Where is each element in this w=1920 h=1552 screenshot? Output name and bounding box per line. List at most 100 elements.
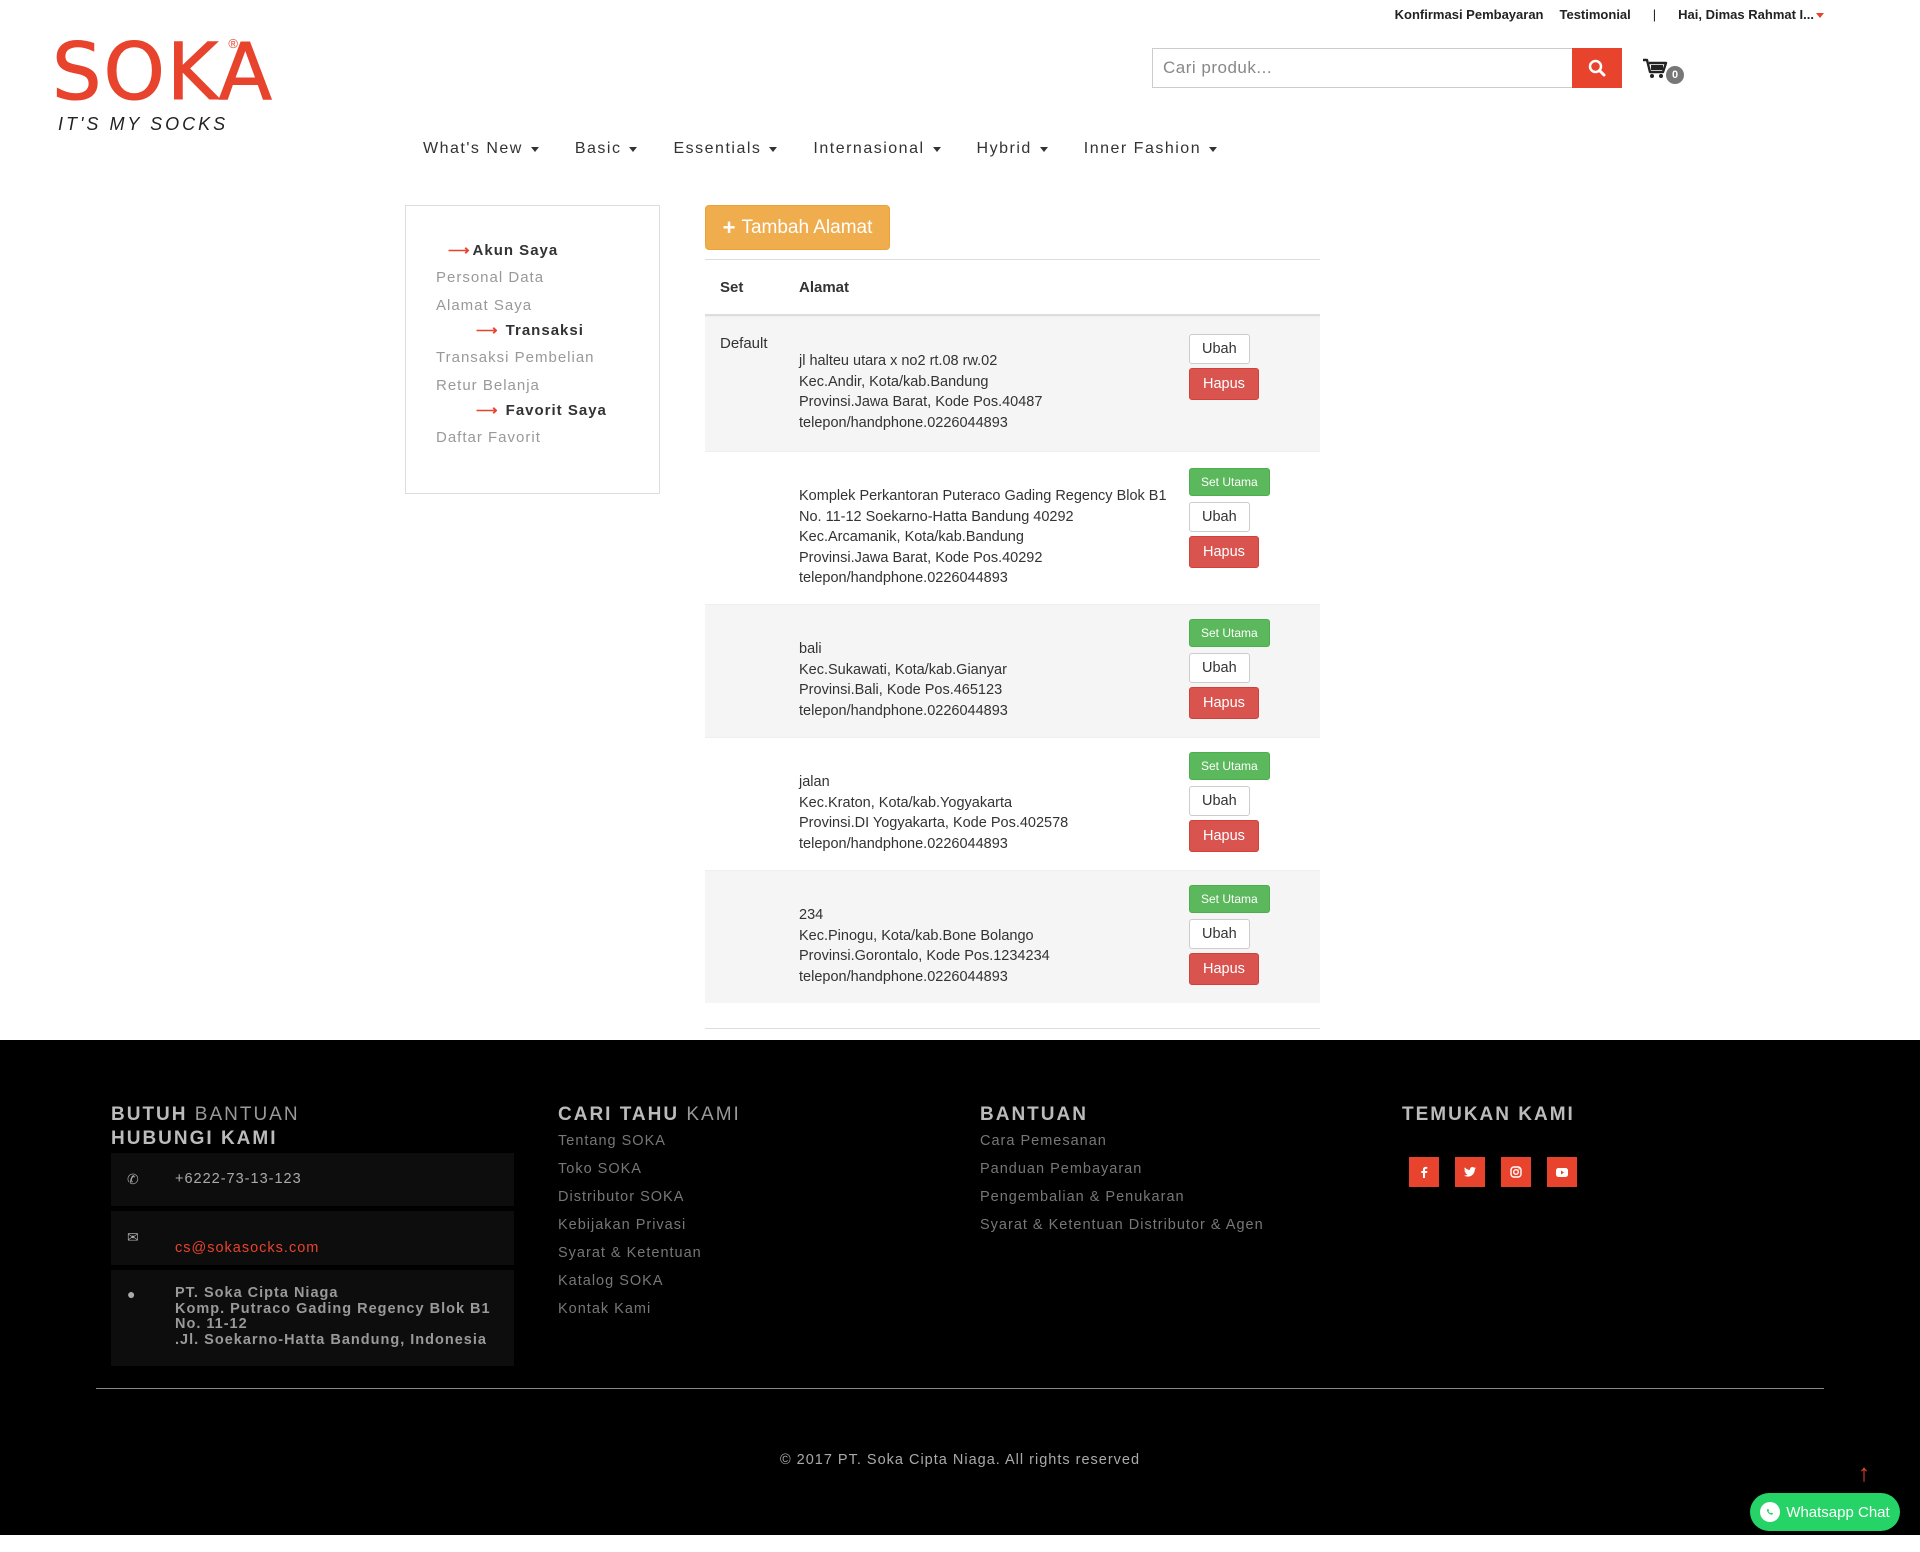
delete-button[interactable]: Hapus (1189, 536, 1259, 568)
cart-button[interactable]: 0 (1642, 58, 1684, 88)
testimonial-link[interactable]: Testimonial (1560, 7, 1631, 22)
set-primary-button[interactable]: Set Utama (1189, 885, 1270, 913)
youtube-icon[interactable] (1547, 1157, 1577, 1187)
logo-tagline: IT'S MY SOCKS (58, 114, 229, 134)
footer-help-heading: BUTUH BANTUAN (111, 1103, 514, 1127)
footer-about-links: Tentang SOKA Toko SOKA Distributor SOKA … (558, 1127, 741, 1323)
footer-link[interactable]: Panduan Pembayaran (980, 1155, 1264, 1183)
delete-button[interactable]: Hapus (1189, 687, 1259, 719)
address-line: jalan (799, 774, 830, 790)
sidebar-item-daftar-favorit[interactable]: Daftar Favorit (436, 422, 659, 452)
delete-button[interactable]: Hapus (1189, 368, 1259, 400)
footer-social-heading: TEMUKAN KAMI (1402, 1104, 1575, 1125)
nav-inner-fashion[interactable]: Inner Fashion (1066, 140, 1235, 158)
user-menu[interactable]: Hai, Dimas Rahmat I... (1678, 7, 1824, 22)
footer-link[interactable]: Pengembalian & Penukaran (980, 1183, 1264, 1211)
sidebar-item-transaksi-pembelian[interactable]: Transaksi Pembelian (436, 342, 659, 372)
set-primary-button[interactable]: Set Utama (1189, 468, 1270, 496)
nav-label: Hybrid (976, 140, 1032, 157)
sidebar-heading-label: Favorit Saya (505, 401, 607, 419)
address-panel: + Tambah Alamat Set Alamat Default jl hal… (705, 205, 1320, 1029)
address-text: jalan Kec.Kraton, Kota/kab.Yogyakarta Pr… (799, 738, 1189, 870)
edit-button[interactable]: Ubah (1189, 653, 1250, 683)
address-line: Kec.Kraton, Kota/kab.Yogyakarta (799, 794, 1013, 811)
chevron-down-icon (1816, 13, 1824, 19)
confirm-payment-link[interactable]: Konfirmasi Pembayaran (1395, 7, 1544, 22)
nav-basic[interactable]: Basic (557, 140, 656, 158)
instagram-icon[interactable] (1501, 1157, 1531, 1187)
table-row: Default jl halteu utara x no2 rt.08 rw.0… (705, 316, 1320, 451)
twitter-icon[interactable] (1455, 1157, 1485, 1187)
footer-divider (96, 1388, 1824, 1389)
delete-button[interactable]: Hapus (1189, 820, 1259, 852)
facebook-icon[interactable] (1409, 1157, 1439, 1187)
address-line: jl halteu utara x no2 rt.08 rw.02 (799, 353, 998, 369)
contact-box: ✆ +6222-73-13-123 ✉ cs@sokasocks.com ● P… (111, 1153, 514, 1366)
footer-link[interactable]: Kebijakan Privasi (558, 1211, 741, 1239)
whatsapp-chat-button[interactable]: Whatsapp Chat (1750, 1493, 1900, 1531)
address-table: Set Alamat Default jl halteu utara x no2… (705, 259, 1320, 1029)
footer-link[interactable]: Kontak Kami (558, 1295, 741, 1323)
footer-link[interactable]: Tentang SOKA (558, 1127, 741, 1155)
footer-link[interactable]: Syarat & Ketentuan Distributor & Agen (980, 1211, 1264, 1239)
address-line: telepon/handphone.0226044893 (799, 702, 1008, 719)
edit-button[interactable]: Ubah (1189, 786, 1250, 816)
address-line: telepon/handphone.0226044893 (799, 414, 1008, 431)
set-cell (705, 871, 799, 1003)
sidebar-heading-transaksi: ⟶ Transaksi (436, 318, 659, 342)
address-line: Provinsi.DI Yogyakarta, Kode Pos.402578 (799, 815, 1069, 831)
caret-down-icon (932, 146, 941, 152)
top-bar: Konfirmasi Pembayaran Testimonial | Hai,… (1395, 7, 1824, 22)
table-row: bali Kec.Sukawati, Kota/kab.Gianyar Prov… (705, 604, 1320, 737)
add-address-label: Tambah Alamat (741, 216, 873, 238)
footer-link[interactable]: Katalog SOKA (558, 1267, 741, 1295)
nav-whats-new[interactable]: What's New (405, 140, 557, 158)
address-text: bali Kec.Sukawati, Kota/kab.Gianyar Prov… (799, 605, 1189, 737)
email-link[interactable]: cs@sokasocks.com (175, 1229, 319, 1265)
logo[interactable]: SOKA ® IT'S MY SOCKS (52, 34, 273, 135)
footer: BUTUH BANTUAN HUBUNGI KAMI ✆ +6222-73-13… (0, 1040, 1920, 1535)
edit-button[interactable]: Ubah (1189, 919, 1250, 949)
set-primary-button[interactable]: Set Utama (1189, 619, 1270, 647)
search-input[interactable] (1152, 48, 1572, 88)
set-cell (705, 738, 799, 870)
caret-down-icon (530, 146, 539, 152)
column-header-set: Set (720, 278, 744, 296)
nav-hybrid[interactable]: Hybrid (959, 140, 1066, 158)
address-line: 234 (799, 907, 824, 923)
footer-link[interactable]: Toko SOKA (558, 1155, 741, 1183)
contact-email: ✉ cs@sokasocks.com (111, 1211, 514, 1270)
sidebar-item-alamat-saya[interactable]: Alamat Saya (436, 292, 659, 318)
sidebar-item-personal-data[interactable]: Personal Data (436, 262, 659, 292)
footer-link[interactable]: Distributor SOKA (558, 1183, 741, 1211)
table-bottom-divider (705, 1028, 1320, 1029)
caret-down-icon (629, 146, 638, 152)
nav-internasional[interactable]: Internasional (795, 140, 958, 158)
address-text: jl halteu utara x no2 rt.08 rw.02 Kec.An… (799, 317, 1189, 451)
nav-label: Basic (574, 140, 622, 157)
topbar-separator: | (1652, 7, 1657, 22)
set-primary-button[interactable]: Set Utama (1189, 752, 1270, 780)
nav-label: Inner Fashion (1083, 140, 1202, 157)
arrow-right-icon: ⟶ (476, 322, 504, 339)
footer-social-column: TEMUKAN KAMI (1402, 1103, 1577, 1187)
edit-button[interactable]: Ubah (1189, 334, 1250, 364)
add-address-button[interactable]: + Tambah Alamat (705, 205, 890, 250)
search-button[interactable] (1572, 48, 1622, 88)
nav-essentials[interactable]: Essentials (655, 140, 795, 158)
scroll-to-top-arrow-icon[interactable]: ↑ (1858, 1462, 1870, 1486)
footer-link[interactable]: Cara Pemesanan (980, 1127, 1264, 1155)
footer-link[interactable]: Syarat & Ketentuan (558, 1239, 741, 1267)
sidebar-item-retur-belanja[interactable]: Retur Belanja (436, 372, 659, 398)
main-nav: What's New Basic Essentials Internasiona… (405, 140, 1235, 158)
footer-bantuan-links: Cara Pemesanan Panduan Pembayaran Pengem… (980, 1127, 1264, 1239)
row-actions: Set Utama Ubah Hapus (1189, 738, 1270, 870)
nav-label: Essentials (673, 140, 762, 157)
edit-button[interactable]: Ubah (1189, 502, 1250, 532)
table-row: Komplek Perkantoran Puteraco Gading Rege… (705, 451, 1320, 604)
address-line: Kec.Sukawati, Kota/kab.Gianyar (799, 661, 1007, 678)
delete-button[interactable]: Hapus (1189, 953, 1259, 985)
address-line: Kec.Arcamanik, Kota/kab.Bandung (799, 529, 1024, 545)
nav-label: Internasional (813, 140, 925, 157)
set-cell (705, 452, 799, 604)
